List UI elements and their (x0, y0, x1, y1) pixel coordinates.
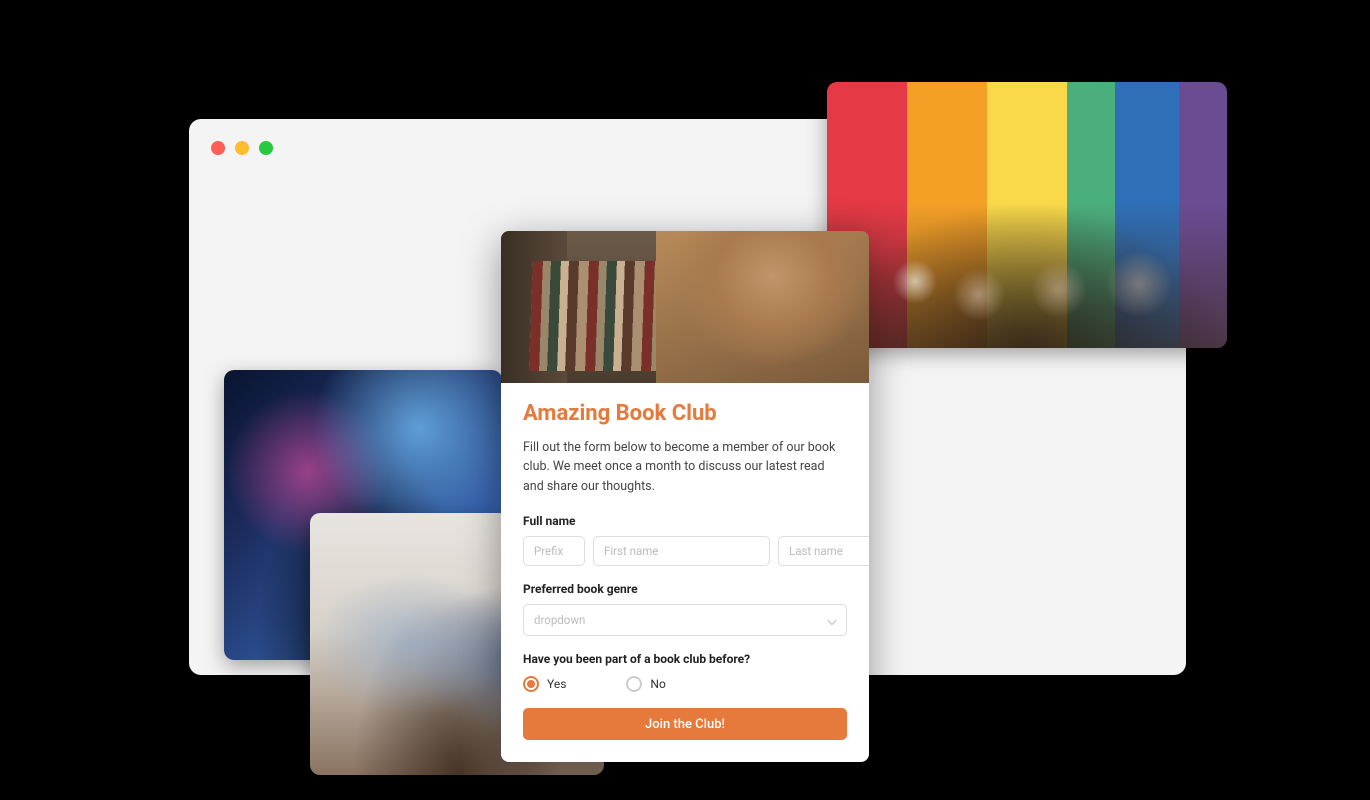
window-controls (211, 141, 273, 155)
prior-club-label: Have you been part of a book club before… (523, 652, 847, 666)
radio-icon (523, 676, 539, 692)
genre-select[interactable]: dropdown (523, 604, 847, 636)
radio-label-yes: Yes (547, 677, 566, 691)
form-title: Amazing Book Club (523, 401, 847, 426)
minimize-window-icon[interactable] (235, 141, 249, 155)
image-rainbow-flag-crowd (827, 82, 1227, 348)
radio-icon (626, 676, 642, 692)
radio-label-no: No (650, 677, 665, 691)
radio-option-yes[interactable]: Yes (523, 676, 566, 692)
full-name-row (523, 536, 847, 566)
maximize-window-icon[interactable] (259, 141, 273, 155)
close-window-icon[interactable] (211, 141, 225, 155)
first-name-input[interactable] (593, 536, 770, 566)
genre-label: Preferred book genre (523, 582, 847, 596)
last-name-input[interactable] (778, 536, 869, 566)
signup-form-card: Amazing Book Club Fill out the form belo… (501, 231, 869, 762)
prior-club-radio-group: Yes No (523, 674, 847, 692)
form-body: Amazing Book Club Fill out the form belo… (501, 383, 869, 762)
form-description: Fill out the form below to become a memb… (523, 438, 847, 496)
full-name-label: Full name (523, 514, 847, 528)
form-hero-image-bookshelf (501, 231, 869, 383)
submit-button[interactable]: Join the Club! (523, 708, 847, 740)
genre-select-wrap: dropdown (523, 604, 847, 636)
prefix-input[interactable] (523, 536, 585, 566)
radio-option-no[interactable]: No (626, 676, 665, 692)
